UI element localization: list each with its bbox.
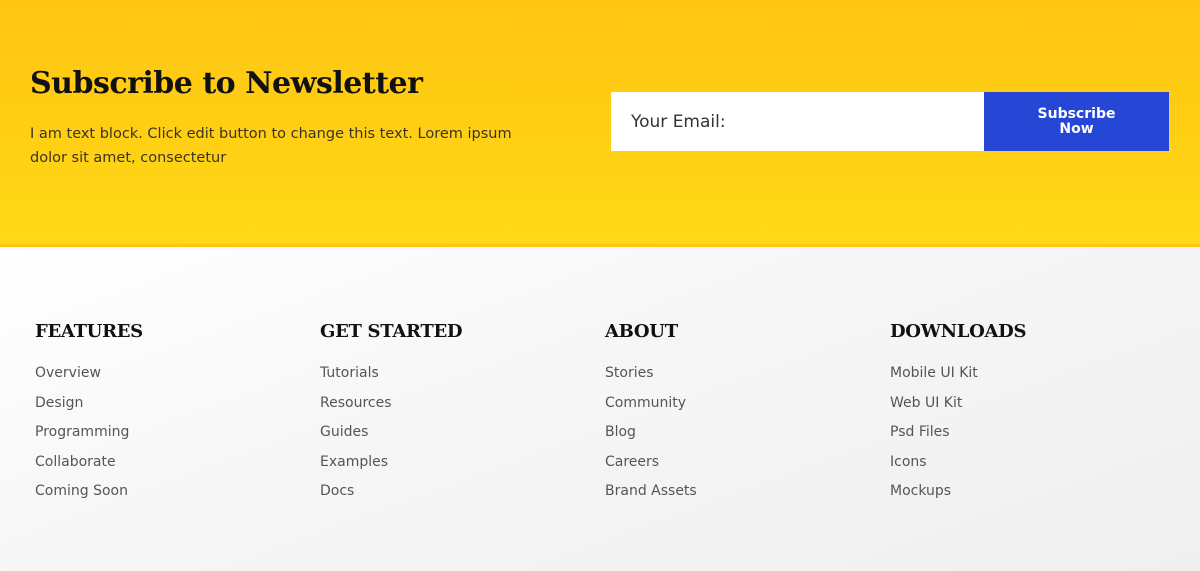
footer-column-title: GET STARTED xyxy=(320,321,463,342)
footer-link-coming-soon[interactable]: Coming Soon xyxy=(35,483,128,499)
footer-link-list: Mobile UI Kit Web UI Kit Psd Files Icons… xyxy=(890,364,1150,512)
footer-column-title: FEATURES xyxy=(35,321,143,342)
footer-link-collaborate[interactable]: Collaborate xyxy=(35,454,116,470)
footer-link-programming[interactable]: Programming xyxy=(35,424,129,440)
newsletter-section: Subscribe to Newsletter I am text block.… xyxy=(0,0,1200,247)
footer: FEATURES Overview Design Programming Col… xyxy=(0,247,1200,571)
footer-link-resources[interactable]: Resources xyxy=(320,395,392,411)
footer-link-examples[interactable]: Examples xyxy=(320,454,388,470)
footer-link-list: Overview Design Programming Collaborate … xyxy=(35,364,295,512)
subscribe-button[interactable]: Subscribe Now xyxy=(984,92,1169,151)
newsletter-form: Subscribe Now xyxy=(611,92,1169,151)
footer-link-tutorials[interactable]: Tutorials xyxy=(320,365,379,381)
footer-column-about: ABOUT Stories Community Blog Careers Bra… xyxy=(605,321,865,512)
footer-link-stories[interactable]: Stories xyxy=(605,365,654,381)
footer-column-downloads: DOWNLOADS Mobile UI Kit Web UI Kit Psd F… xyxy=(890,321,1150,512)
footer-link-overview[interactable]: Overview xyxy=(35,365,101,381)
footer-link-list: Tutorials Resources Guides Examples Docs xyxy=(320,364,580,512)
footer-link-design[interactable]: Design xyxy=(35,395,83,411)
footer-column-get-started: GET STARTED Tutorials Resources Guides E… xyxy=(320,321,580,512)
footer-link-docs[interactable]: Docs xyxy=(320,483,354,499)
footer-link-careers[interactable]: Careers xyxy=(605,454,659,470)
footer-link-brand-assets[interactable]: Brand Assets xyxy=(605,483,697,499)
footer-link-list: Stories Community Blog Careers Brand Ass… xyxy=(605,364,865,512)
footer-column-title: ABOUT xyxy=(605,321,678,342)
footer-column-title: DOWNLOADS xyxy=(890,321,1027,342)
footer-link-blog[interactable]: Blog xyxy=(605,424,636,440)
footer-link-mobile-ui-kit[interactable]: Mobile UI Kit xyxy=(890,365,978,381)
footer-link-icons[interactable]: Icons xyxy=(890,454,927,470)
newsletter-title: Subscribe to Newsletter xyxy=(30,66,423,101)
newsletter-description: I am text block. Click edit button to ch… xyxy=(30,126,512,166)
footer-column-features: FEATURES Overview Design Programming Col… xyxy=(35,321,295,512)
footer-link-psd-files[interactable]: Psd Files xyxy=(890,424,950,440)
footer-link-guides[interactable]: Guides xyxy=(320,424,368,440)
footer-link-community[interactable]: Community xyxy=(605,395,686,411)
footer-link-web-ui-kit[interactable]: Web UI Kit xyxy=(890,395,962,411)
footer-link-mockups[interactable]: Mockups xyxy=(890,483,951,499)
email-input[interactable] xyxy=(611,92,984,151)
